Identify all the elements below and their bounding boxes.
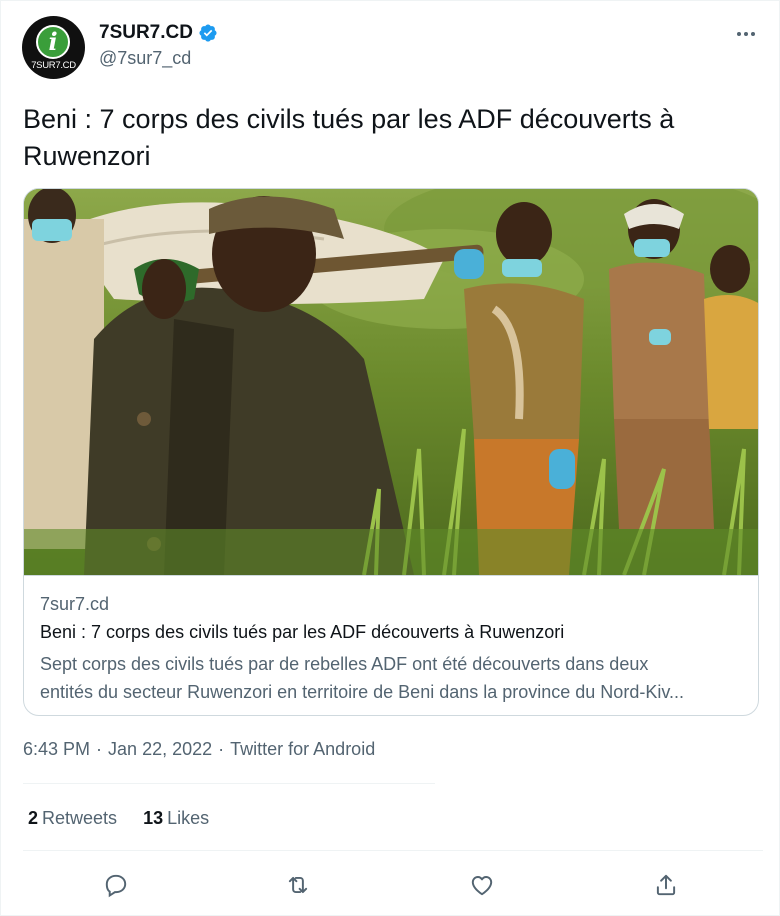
- likes-stat[interactable]: 13 Likes: [143, 808, 209, 829]
- card-description: Sept corps des civils tués par de rebell…: [40, 650, 742, 706]
- card-body[interactable]: 7sur7.cd Beni : 7 corps des civils tués …: [24, 575, 758, 715]
- retweets-stat[interactable]: 2 Retweets: [28, 808, 117, 829]
- retweets-count: 2: [28, 808, 39, 828]
- divider: [23, 850, 763, 851]
- author-name-row: 7SUR7.CD: [99, 21, 218, 45]
- card-description-line-1: Sept corps des civils tués par de rebell…: [40, 654, 649, 674]
- avatar[interactable]: i 7SUR7.CD: [22, 16, 85, 79]
- heart-icon[interactable]: [460, 863, 504, 907]
- retweets-label: Retweets: [42, 808, 118, 828]
- tweet-text: Beni : 7 corps des civils tués par les A…: [23, 104, 675, 171]
- link-card[interactable]: 7sur7.cd Beni : 7 corps des civils tués …: [23, 188, 759, 716]
- tweet-stats: 2 Retweets 13 Likes: [28, 808, 209, 829]
- author-display-name[interactable]: 7SUR7.CD: [99, 22, 193, 44]
- avatar-logo-text: 7SUR7.CD: [31, 60, 76, 71]
- card-image[interactable]: [24, 189, 758, 575]
- card-description-line-2: entités du secteur Ruwenzori en territoi…: [40, 682, 684, 702]
- meta-separator: ·: [218, 739, 225, 759]
- likes-label: Likes: [167, 808, 210, 828]
- divider: [23, 783, 435, 784]
- reply-icon[interactable]: [94, 863, 138, 907]
- avatar-logo-letter: i: [48, 27, 58, 56]
- card-domain: 7sur7.cd: [40, 594, 110, 614]
- card-title: Beni : 7 corps des civils tués par les A…: [40, 622, 565, 642]
- tweet-date[interactable]: Jan 22, 2022: [108, 739, 212, 760]
- retweet-icon[interactable]: [276, 863, 320, 907]
- avatar-logo-ring: i: [36, 25, 70, 59]
- tweet-container: i 7SUR7.CD 7SUR7.CD @7sur7_cd Beni : 7 c…: [0, 0, 780, 916]
- more-options-icon[interactable]: [731, 23, 761, 45]
- tweet-source[interactable]: Twitter for Android: [230, 739, 375, 760]
- tweet-time[interactable]: 6:43 PM: [23, 739, 90, 760]
- share-icon[interactable]: [644, 863, 688, 907]
- meta-separator: ·: [96, 739, 103, 759]
- tweet-actions: [1, 863, 780, 907]
- author-handle[interactable]: @7sur7_cd: [99, 48, 191, 69]
- likes-count: 13: [143, 808, 164, 828]
- verified-badge-icon: [198, 23, 218, 43]
- tweet-meta: 6:43 PM · Jan 22, 2022 · Twitter for And…: [23, 739, 375, 760]
